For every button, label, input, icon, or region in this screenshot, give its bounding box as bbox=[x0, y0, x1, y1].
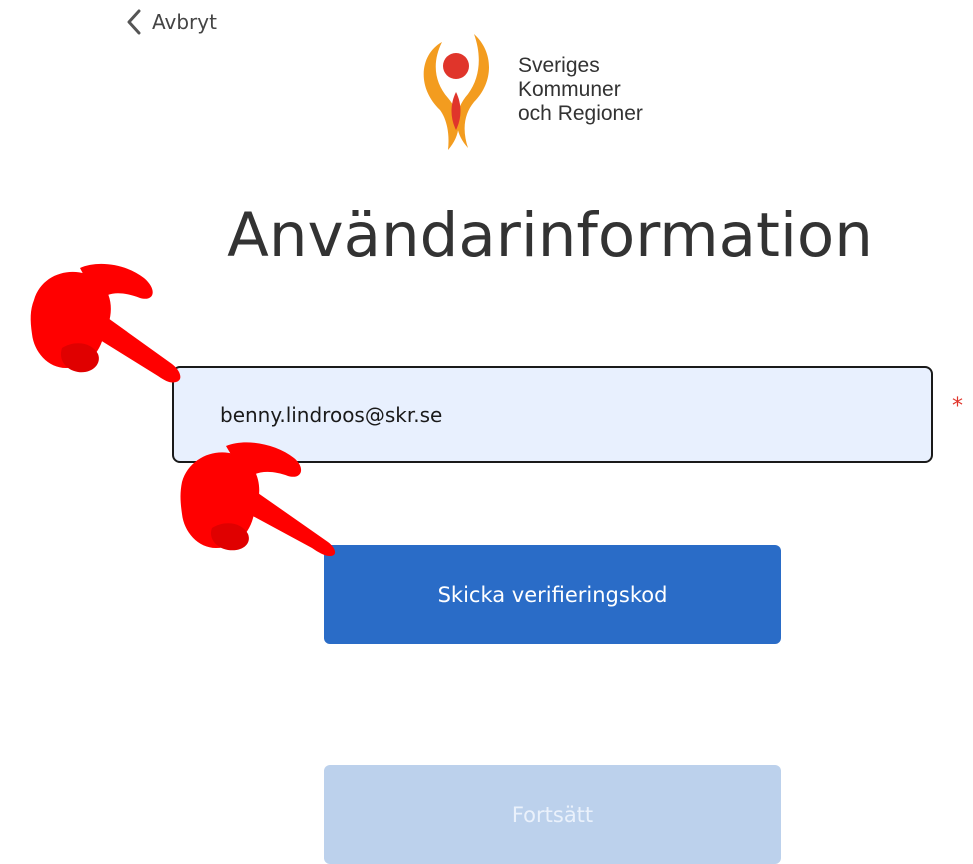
back-link[interactable]: Avbryt bbox=[126, 6, 217, 38]
logo-wordmark: Sveriges Kommuner och Regioner bbox=[518, 54, 643, 126]
required-marker: * bbox=[952, 394, 963, 419]
logo-line-1: Sveriges bbox=[518, 54, 600, 77]
pointing-hand-icon bbox=[180, 442, 336, 556]
chevron-left-icon bbox=[126, 9, 142, 35]
logo-line-3: och Regioner bbox=[518, 102, 643, 125]
send-verification-code-button[interactable]: Skicka verifieringskod bbox=[324, 545, 781, 644]
pointing-hand-icon bbox=[30, 263, 181, 383]
back-label: Avbryt bbox=[152, 10, 217, 34]
continue-button[interactable]: Fortsätt bbox=[324, 765, 781, 864]
logo-line-2: Kommuner bbox=[518, 78, 621, 101]
skr-logo: Sveriges Kommuner och Regioner bbox=[412, 32, 712, 152]
skr-logo-mark bbox=[423, 34, 489, 150]
